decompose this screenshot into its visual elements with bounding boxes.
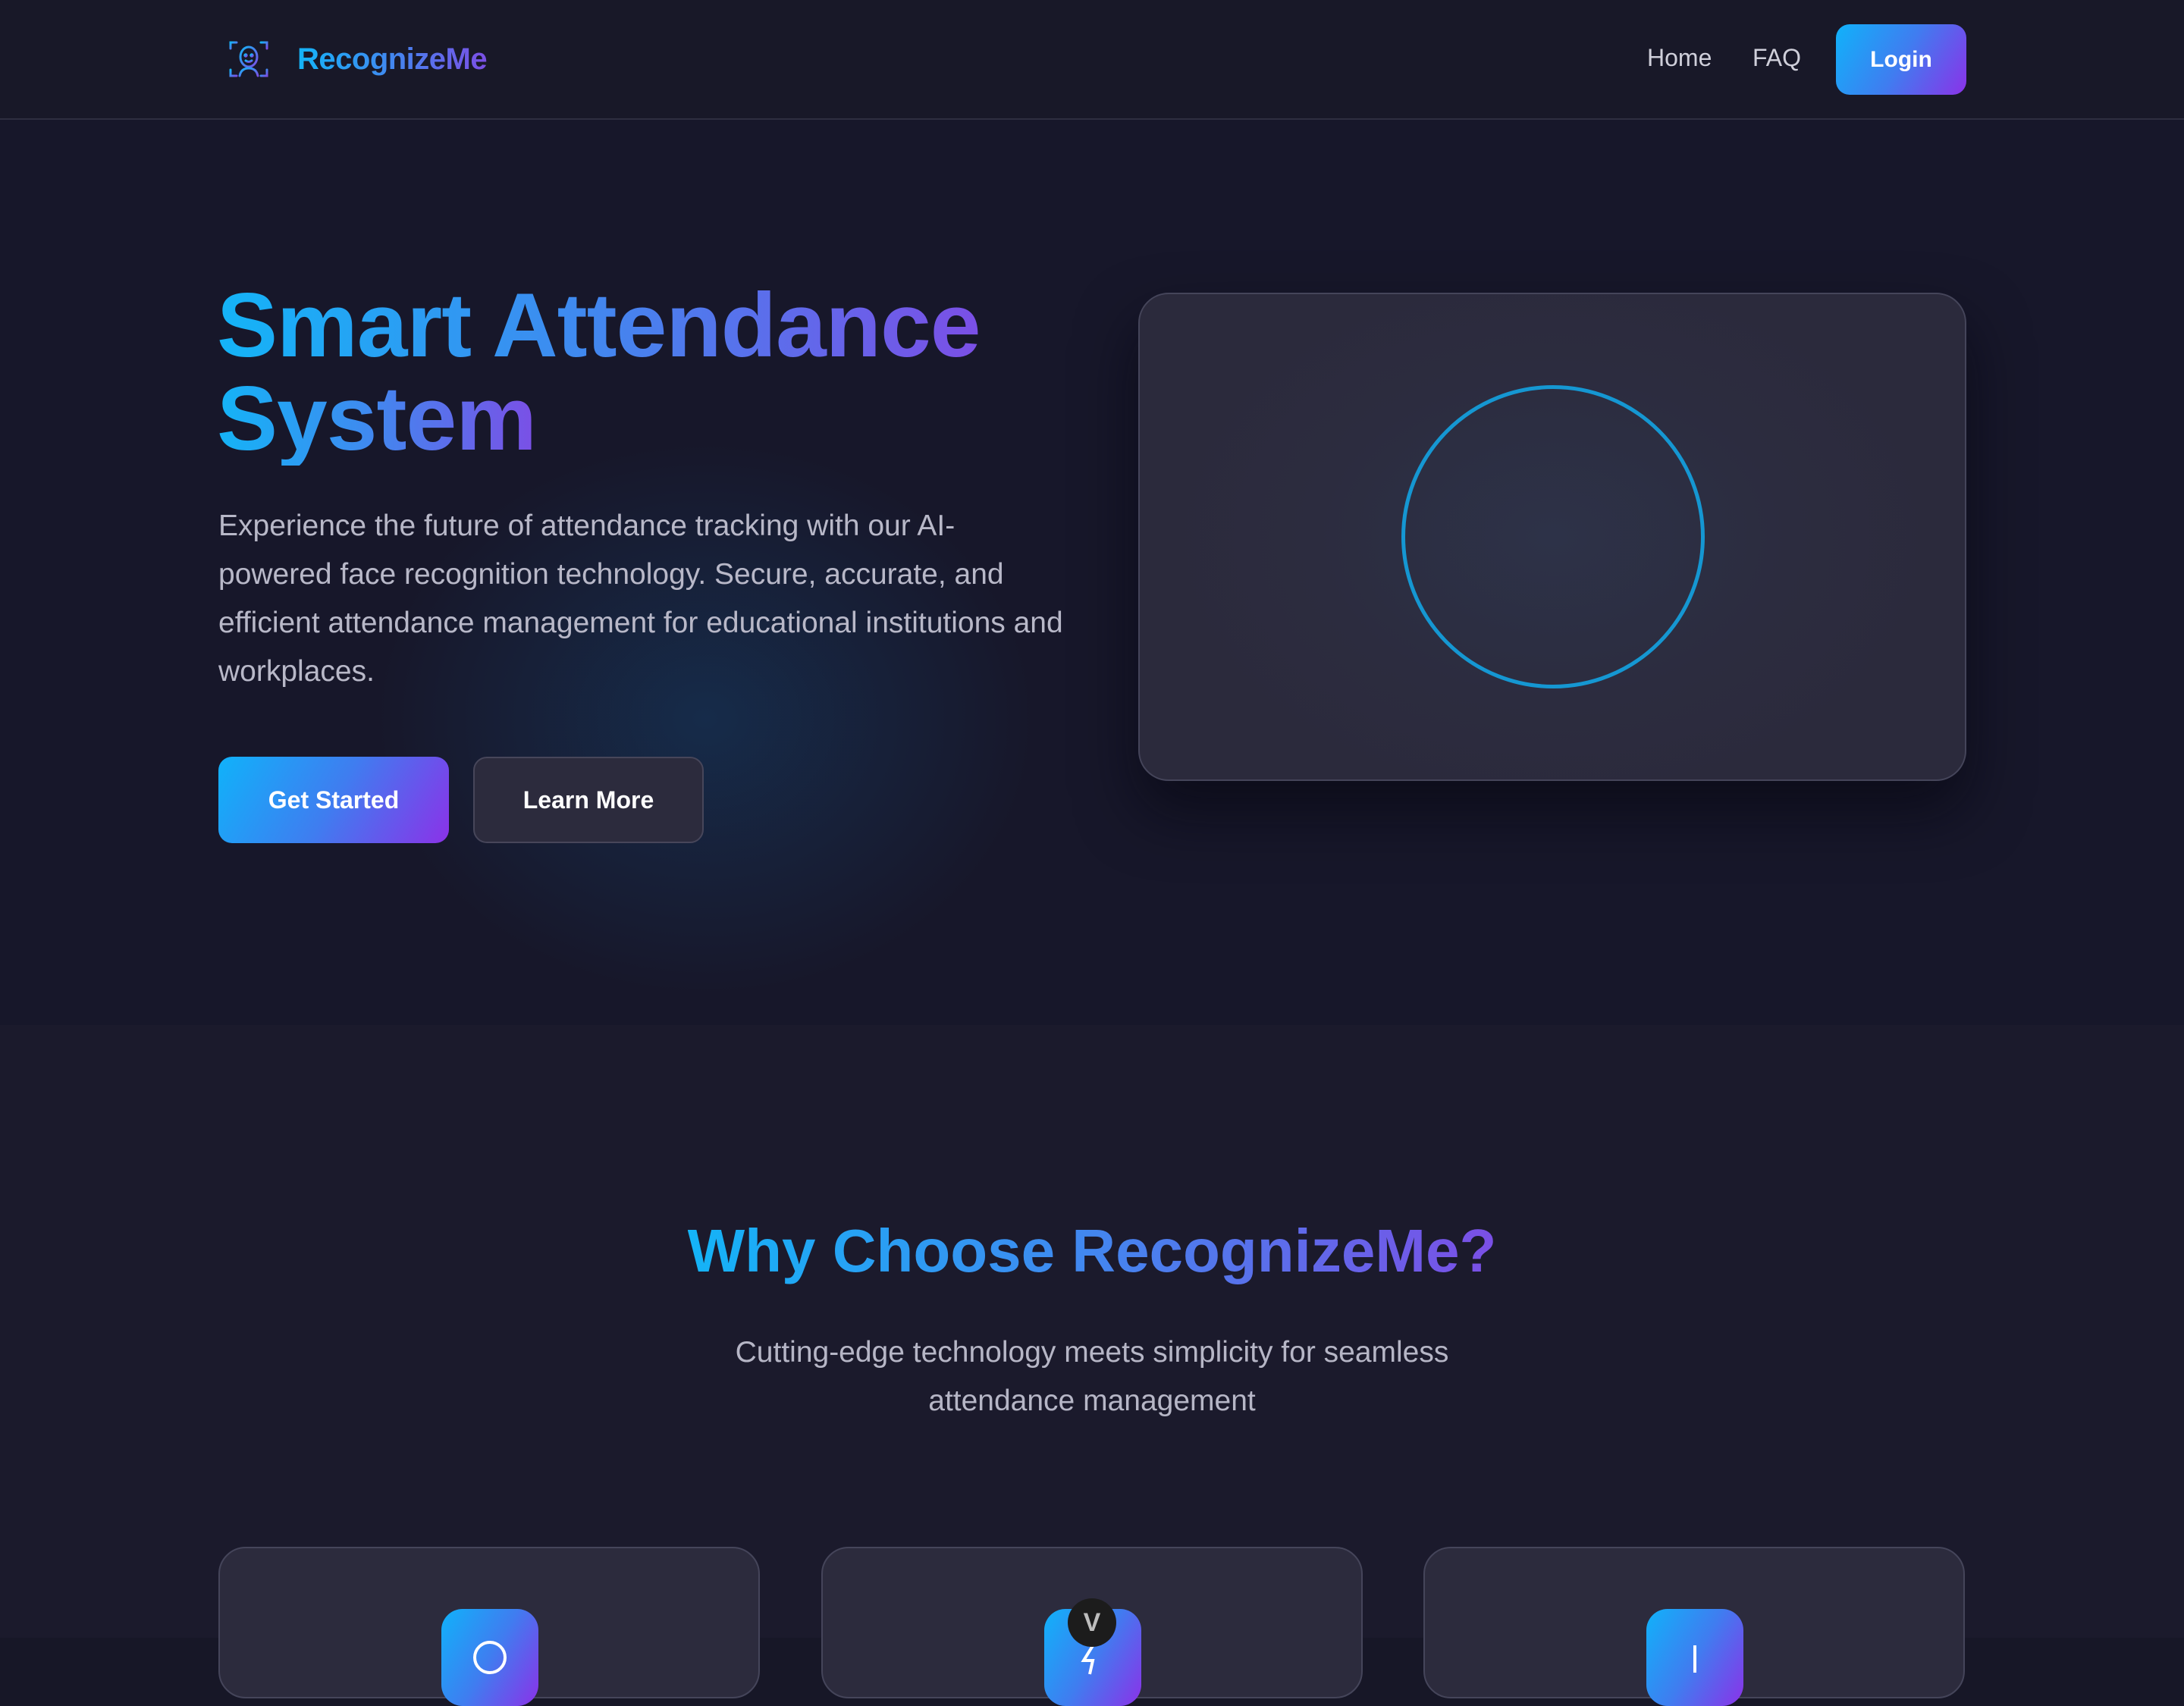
features-subtitle: Cutting-edge technology meets simplicity… — [735, 1336, 1449, 1417]
feature-card-3 — [1423, 1547, 1965, 1706]
chevron-down-icon[interactable]: V — [1068, 1598, 1116, 1647]
hero-visual-card — [1138, 293, 1966, 781]
check-icon — [1646, 1609, 1743, 1706]
get-started-button[interactable]: Get Started — [218, 757, 449, 843]
nav-link-home[interactable]: Home — [1647, 44, 1712, 72]
floating-badge-label: V — [1083, 1607, 1101, 1637]
hero-title-line-2: System — [217, 368, 537, 469]
brand-name: RecognizeMe — [297, 42, 488, 76]
learn-more-button[interactable]: Learn More — [473, 757, 704, 843]
feature-card-1 — [218, 1547, 760, 1706]
hero-title: Smart Attendance System — [217, 279, 1127, 466]
face-scan-ring-icon — [1401, 385, 1705, 688]
brand-logo[interactable]: RecognizeMe — [226, 36, 488, 82]
features-title-text: Why Choose RecognizeMe? — [688, 1215, 1497, 1287]
face-scan-icon — [229, 41, 268, 77]
hero-section: Smart Attendance System Experience the f… — [0, 120, 2184, 1025]
hero-description: Experience the future of attendance trac… — [218, 510, 1063, 688]
features-title: Why Choose RecognizeMe? — [0, 1215, 2184, 1287]
features-section: Why Choose RecognizeMe? Cutting-edge tec… — [0, 1025, 2184, 1706]
nav-link-faq[interactable]: FAQ — [1753, 44, 1801, 72]
shield-icon — [441, 1609, 538, 1706]
login-button[interactable]: Login — [1836, 24, 1966, 95]
top-navbar: RecognizeMe Home FAQ Login — [0, 0, 2184, 120]
hero-title-line-1: Smart Attendance — [217, 274, 981, 376]
